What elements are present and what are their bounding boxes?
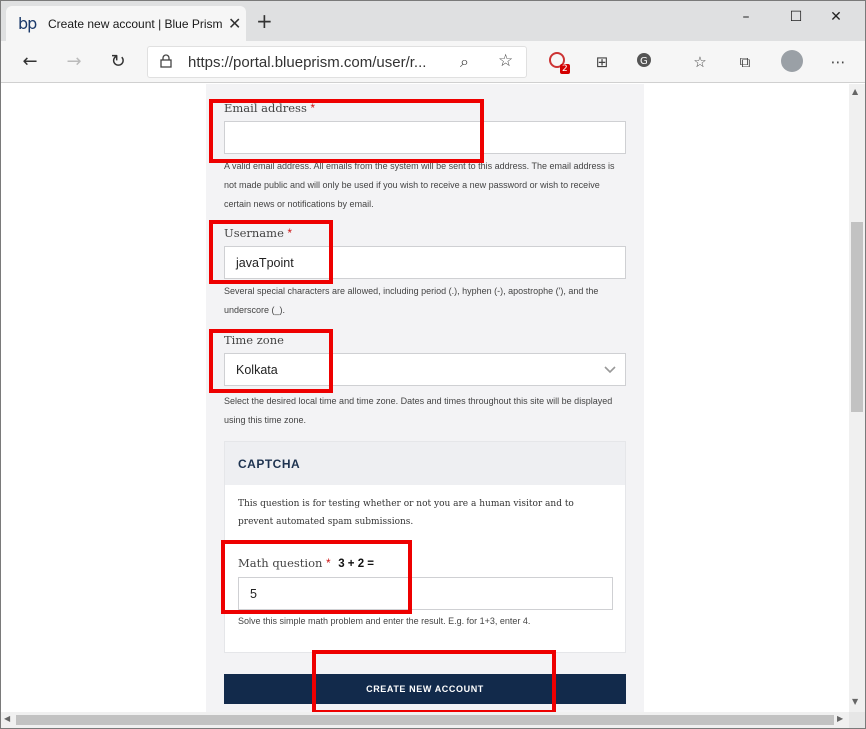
horizontal-scroll-thumb[interactable] (16, 715, 834, 725)
timezone-help-text: Select the desired local time and time z… (224, 396, 613, 425)
address-bar[interactable]: https://portal.blueprism.com/user/r... ⌕… (147, 46, 527, 78)
close-window-button[interactable]: ✕ (816, 5, 856, 29)
browser-toolbar: ← → ↻ https://portal.blueprism.com/user/… (1, 41, 865, 83)
scrollbar-corner (849, 712, 865, 728)
scroll-up-icon[interactable]: ▲ (852, 87, 858, 96)
username-help-text: Several special characters are allowed, … (224, 286, 599, 315)
vertical-scroll-thumb[interactable] (851, 222, 863, 412)
forward-arrow-icon[interactable]: → (61, 49, 87, 75)
vertical-scrollbar[interactable]: ▲ ▼ (849, 84, 865, 712)
refresh-icon[interactable]: ↻ (105, 49, 131, 75)
maximize-button[interactable]: ☐ (776, 5, 816, 29)
captcha-header: CAPTCHA (225, 442, 625, 485)
math-help-text: Solve this simple math problem and enter… (238, 616, 531, 626)
scroll-right-icon[interactable]: ▶ (837, 714, 843, 723)
lock-icon (160, 54, 172, 68)
minimize-button[interactable]: – (726, 5, 766, 29)
horizontal-scrollbar[interactable]: ◀ ▶ (1, 712, 849, 728)
favorites-list-icon[interactable]: ☆ (689, 51, 711, 73)
extension-icon[interactable]: 2 (546, 51, 570, 74)
highlight-captcha (221, 540, 412, 614)
collections-icon[interactable]: ⧉ (734, 51, 756, 73)
profile-avatar[interactable] (781, 50, 803, 72)
browser-window: bp Create new account | Blue Prism ✕ + –… (0, 0, 866, 729)
chevron-down-icon (604, 366, 616, 374)
grammarly-icon[interactable]: G (633, 51, 655, 73)
svg-text:G: G (640, 56, 648, 67)
ellipsis-menu-icon[interactable]: ⋯ (827, 51, 849, 73)
highlight-submit (312, 650, 556, 714)
registration-form: Email address * A valid email address. A… (206, 84, 644, 712)
scroll-down-icon[interactable]: ▼ (852, 697, 858, 706)
captcha-title: CAPTCHA (238, 457, 301, 471)
close-tab-icon[interactable]: ✕ (228, 14, 241, 33)
captcha-description: This question is for testing whether or … (238, 499, 574, 527)
page-viewport: Email address * A valid email address. A… (1, 84, 849, 712)
magnifier-icon[interactable]: ⌕ (460, 52, 469, 72)
blue-prism-favicon-icon: bp (18, 14, 37, 33)
highlight-email (209, 99, 484, 163)
back-arrow-icon[interactable]: ← (17, 49, 43, 75)
tab-title: Create new account | Blue Prism (48, 17, 223, 31)
email-help-text: A valid email address. All emails from t… (224, 161, 615, 209)
url-text: https://portal.blueprism.com/user/r... (188, 54, 427, 71)
extension-cast-icon[interactable]: ⊞ (591, 51, 613, 73)
favorite-star-icon[interactable]: ☆ (498, 51, 513, 71)
highlight-timezone (209, 329, 333, 393)
browser-tab[interactable]: bp Create new account | Blue Prism ✕ (6, 6, 246, 41)
scroll-left-icon[interactable]: ◀ (4, 714, 10, 723)
new-tab-icon[interactable]: + (256, 9, 273, 33)
extension-badge: 2 (560, 64, 570, 74)
highlight-username (209, 220, 333, 284)
title-bar: bp Create new account | Blue Prism ✕ + –… (1, 1, 865, 41)
